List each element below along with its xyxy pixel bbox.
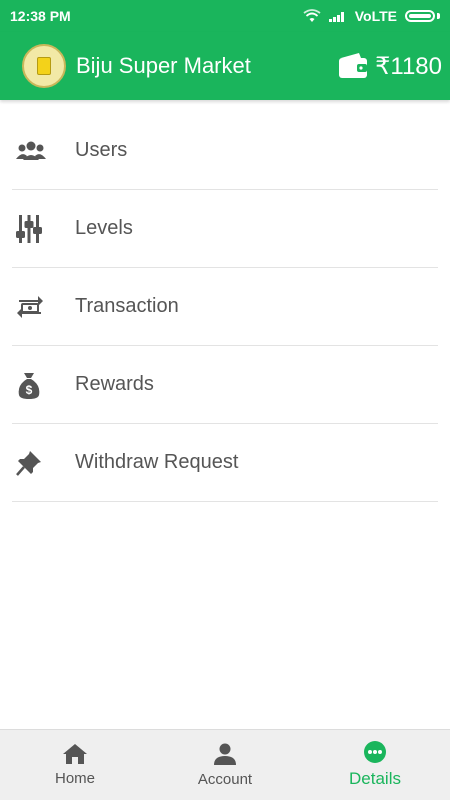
menu-item-label: Withdraw Request	[75, 451, 239, 473]
more-icon	[364, 741, 386, 763]
details-menu: Users Levels Transaction $ Rewards Withd…	[12, 112, 438, 502]
wallet-icon	[339, 53, 368, 78]
bottom-navigation: Home Account Details	[0, 729, 450, 800]
account-icon	[214, 743, 236, 765]
logo-emblem	[37, 57, 51, 75]
money-bag-icon: $	[18, 372, 40, 399]
menu-item-label: Rewards	[75, 373, 154, 395]
svg-text:$: $	[26, 383, 33, 397]
menu-item-label: Users	[75, 139, 128, 161]
status-bar: 12:38 PM VoLTE	[0, 0, 450, 32]
menu-item-levels[interactable]: Levels	[12, 190, 438, 268]
transaction-icon	[17, 295, 43, 318]
page-title: Biju Super Market	[76, 53, 251, 78]
nav-item-details[interactable]: Details	[300, 730, 450, 800]
nav-label: Home	[54, 769, 95, 787]
menu-item-label: Transaction	[75, 295, 179, 317]
levels-icon	[16, 214, 42, 243]
menu-item-transaction[interactable]: Transaction	[12, 268, 438, 346]
store-logo	[22, 44, 66, 88]
app-header: Biju Super Market ₹1180	[0, 32, 450, 100]
nav-item-account[interactable]: Account	[150, 730, 300, 800]
wifi-icon	[303, 9, 321, 22]
nav-item-home[interactable]: Home	[0, 730, 150, 800]
menu-item-rewards[interactable]: $ Rewards	[12, 346, 438, 424]
menu-item-label: Levels	[75, 217, 133, 239]
status-time: 12:38 PM	[10, 8, 71, 24]
wallet-amount: ₹1180	[375, 52, 442, 80]
nav-label: Details	[349, 769, 401, 788]
menu-item-users[interactable]: Users	[12, 112, 438, 190]
battery-icon	[405, 10, 435, 22]
menu-item-withdraw-request[interactable]: Withdraw Request	[12, 424, 438, 502]
battery-tip	[437, 13, 440, 19]
signal-icon	[328, 12, 344, 22]
wallet-balance[interactable]: ₹1180	[337, 52, 442, 81]
nav-label: Account	[197, 770, 253, 788]
home-icon	[63, 743, 87, 764]
users-icon	[16, 141, 46, 160]
pin-icon	[16, 450, 41, 476]
status-indicators: VoLTE	[303, 8, 440, 24]
network-label: VoLTE	[354, 8, 397, 24]
